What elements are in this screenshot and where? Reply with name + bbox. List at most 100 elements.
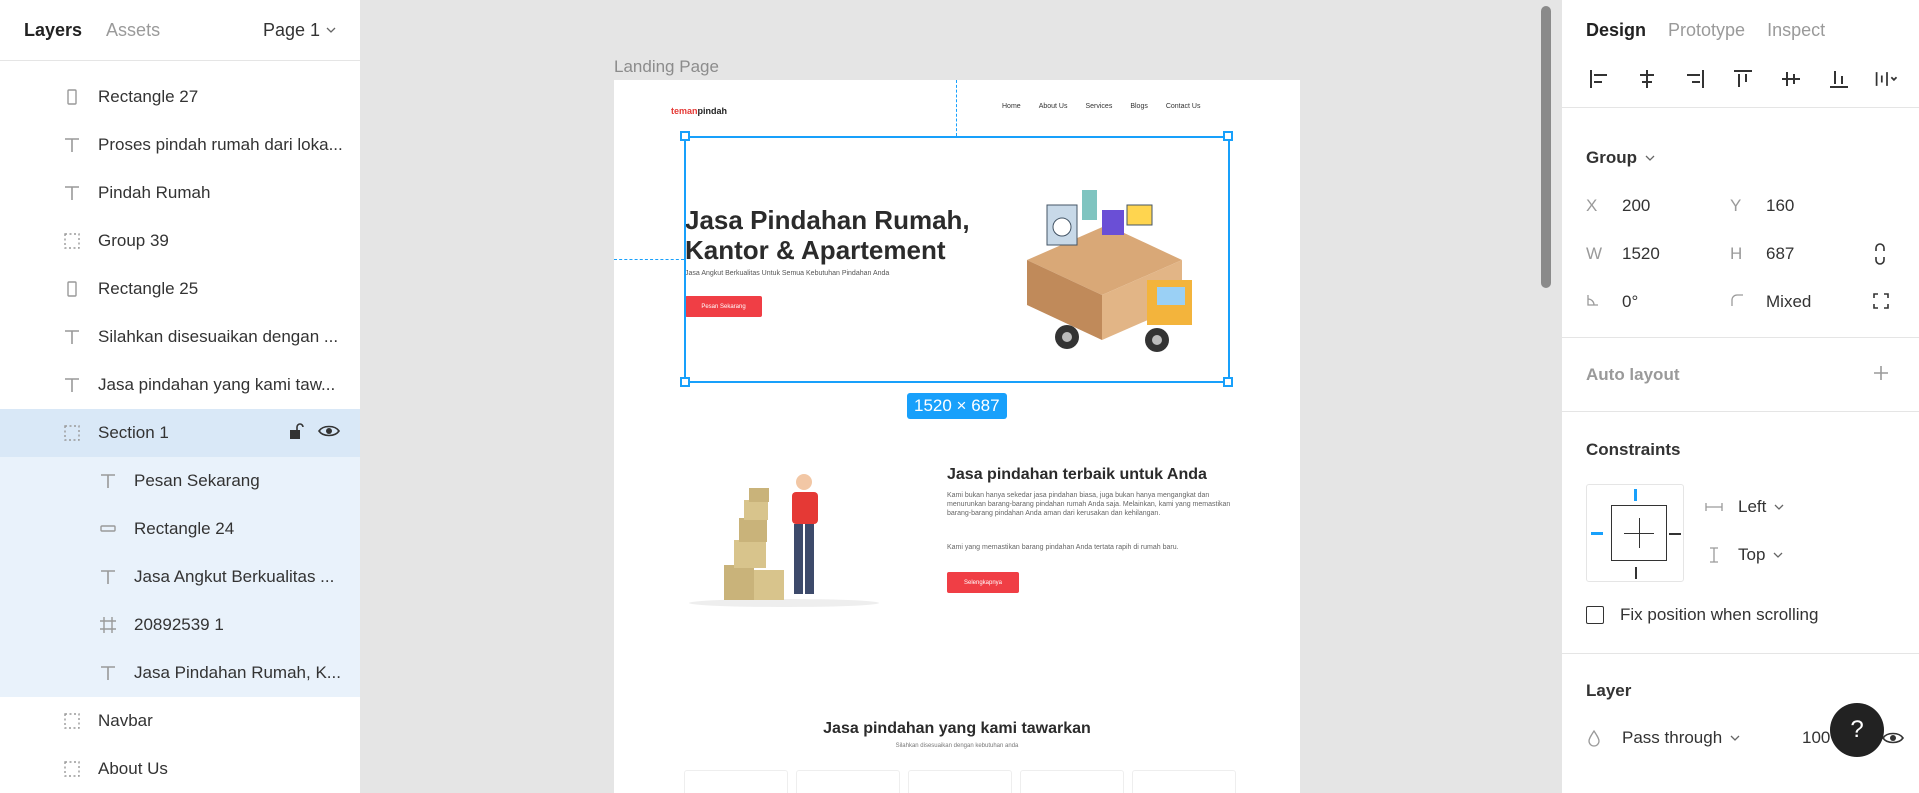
selection-box[interactable] <box>684 136 1230 383</box>
constraint-vertical-select[interactable]: Top <box>1704 545 1783 565</box>
resize-handle-top-left[interactable] <box>680 131 690 141</box>
text-icon <box>96 661 120 685</box>
layer-row[interactable]: Jasa pindahan yang kami taw... <box>0 361 360 409</box>
layers-panel: Layers Assets Page 1 Rectangle 27 Proses … <box>0 0 361 793</box>
logo-text-dark: pindah <box>697 106 728 116</box>
vertical-constraint-icon <box>1710 547 1718 563</box>
layer-row[interactable]: Rectangle 24 <box>0 505 360 553</box>
constraint-left-active[interactable] <box>1591 532 1603 535</box>
align-horizontal-center-icon[interactable] <box>1634 66 1660 92</box>
add-auto-layout-icon[interactable] <box>1872 364 1890 387</box>
independent-corners-icon[interactable] <box>1872 292 1890 315</box>
constraint-bottom[interactable] <box>1635 567 1637 579</box>
eye-icon[interactable] <box>1882 730 1904 751</box>
layer-label: Group 39 <box>98 231 169 250</box>
fix-position-toggle[interactable]: Fix position when scrolling <box>1586 605 1818 625</box>
layer-row[interactable]: Pindah Rumah <box>0 169 360 217</box>
constraint-horizontal-select[interactable]: Left <box>1704 497 1784 517</box>
auto-layout-section: Auto layout <box>1562 338 1919 412</box>
layer-row[interactable]: Rectangle 25 <box>0 265 360 313</box>
layer-label: 20892539 1 <box>134 615 224 634</box>
layer-row[interactable]: Section 1 <box>0 409 360 457</box>
layer-row[interactable]: 20892539 1 <box>0 601 360 649</box>
eye-icon[interactable] <box>318 423 340 444</box>
constraint-right[interactable] <box>1669 533 1681 535</box>
width-field[interactable]: W 1520 <box>1586 244 1660 264</box>
layer-row[interactable]: About Us <box>0 745 360 793</box>
layer-label: Proses pindah rumah dari loka... <box>98 135 343 154</box>
resize-handle-bottom-right[interactable] <box>1223 377 1233 387</box>
group-icon <box>60 229 84 253</box>
nav-blogs: Blogs <box>1130 103 1148 110</box>
text-icon <box>60 181 84 205</box>
fix-position-checkbox[interactable] <box>1586 606 1604 624</box>
layer-row[interactable]: Proses pindah rumah dari loka... <box>0 121 360 169</box>
text-icon <box>96 469 120 493</box>
layer-row[interactable]: Rectangle 27 <box>0 73 360 121</box>
auto-layout-title: Auto layout <box>1586 365 1680 384</box>
section3-title: Jasa pindahan yang kami tawarkan <box>823 720 1091 737</box>
layer-row[interactable]: Navbar <box>0 697 360 745</box>
layer-label: Jasa Angkut Berkualitas ... <box>134 567 335 586</box>
layer-label: About Us <box>98 759 168 778</box>
tab-inspect[interactable]: Inspect <box>1767 20 1825 41</box>
canvas-scrollbar[interactable] <box>1541 6 1551 288</box>
help-button[interactable]: ? <box>1830 703 1884 757</box>
layer-row[interactable]: Group 39 <box>0 217 360 265</box>
corner-radius-field[interactable]: Mixed <box>1730 292 1811 312</box>
resize-handle-top-right[interactable] <box>1223 131 1233 141</box>
group-type-label: Group <box>1586 148 1637 167</box>
nav-about: About Us <box>1038 103 1068 110</box>
align-vertical-center-icon[interactable] <box>1778 66 1804 92</box>
section2-paragraph: Kami bukan hanya sekedar jasa pindahan b… <box>947 492 1231 517</box>
text-icon <box>60 373 84 397</box>
constraints-title: Constraints <box>1586 440 1681 459</box>
page-selector[interactable]: Page 1 <box>263 20 336 41</box>
blend-mode-select[interactable]: Pass through <box>1586 728 1740 748</box>
layer-row[interactable]: Silahkan disesuaikan dengan ... <box>0 313 360 361</box>
tab-layers[interactable]: Layers <box>24 20 82 41</box>
layer-row[interactable]: Jasa Angkut Berkualitas ... <box>0 553 360 601</box>
rotation-icon <box>1586 292 1622 312</box>
y-label: Y <box>1730 196 1742 215</box>
constraint-widget[interactable] <box>1586 484 1684 582</box>
nav-services: Services <box>1085 103 1113 110</box>
tab-prototype[interactable]: Prototype <box>1668 20 1745 41</box>
section2-button: Selengkapnya <box>947 572 1019 593</box>
x-field[interactable]: X 200 <box>1586 196 1650 216</box>
layer-row[interactable]: Pesan Sekarang <box>0 457 360 505</box>
nav-contact: Contact Us <box>1165 103 1201 110</box>
layer-label: Pindah Rumah <box>98 183 211 202</box>
layer-label: Section 1 <box>98 423 169 442</box>
layer-label: Rectangle 27 <box>98 87 199 106</box>
height-field[interactable]: H 687 <box>1730 244 1794 264</box>
constraint-vertical-value: Top <box>1738 545 1766 564</box>
frame-label[interactable]: Landing Page <box>614 57 719 77</box>
group-section: Group X 200 Y 160 W 1520 H 687 0° Mixed <box>1562 108 1919 338</box>
layer-row[interactable]: Jasa Pindahan Rumah, K... <box>0 649 360 697</box>
w-label: W <box>1586 244 1603 263</box>
text-icon <box>60 133 84 157</box>
x-value: 200 <box>1622 196 1651 215</box>
tab-assets[interactable]: Assets <box>106 20 160 41</box>
constraint-horizontal-value: Left <box>1738 497 1767 516</box>
rotation-field[interactable]: 0° <box>1586 292 1638 312</box>
y-field[interactable]: Y 160 <box>1730 196 1794 216</box>
align-right-icon[interactable] <box>1682 66 1708 92</box>
properties-tabs: Design Prototype Inspect <box>1562 0 1919 60</box>
h-label: H <box>1730 244 1743 263</box>
align-bottom-icon[interactable] <box>1826 66 1852 92</box>
resize-handle-bottom-left[interactable] <box>680 377 690 387</box>
align-top-icon[interactable] <box>1730 66 1756 92</box>
group-type-selector[interactable]: Group <box>1562 148 1655 168</box>
tab-design[interactable]: Design <box>1586 20 1646 41</box>
distribute-icon[interactable] <box>1874 66 1900 92</box>
constrain-proportions-icon[interactable] <box>1872 243 1888 270</box>
constraint-top-active[interactable] <box>1634 489 1637 501</box>
align-left-icon[interactable] <box>1586 66 1612 92</box>
unlock-icon[interactable] <box>288 422 304 445</box>
chevron-down-icon <box>326 27 336 33</box>
corner-radius-icon <box>1730 292 1766 312</box>
service-cards <box>684 770 1236 793</box>
layer-label: Pesan Sekarang <box>134 471 260 490</box>
